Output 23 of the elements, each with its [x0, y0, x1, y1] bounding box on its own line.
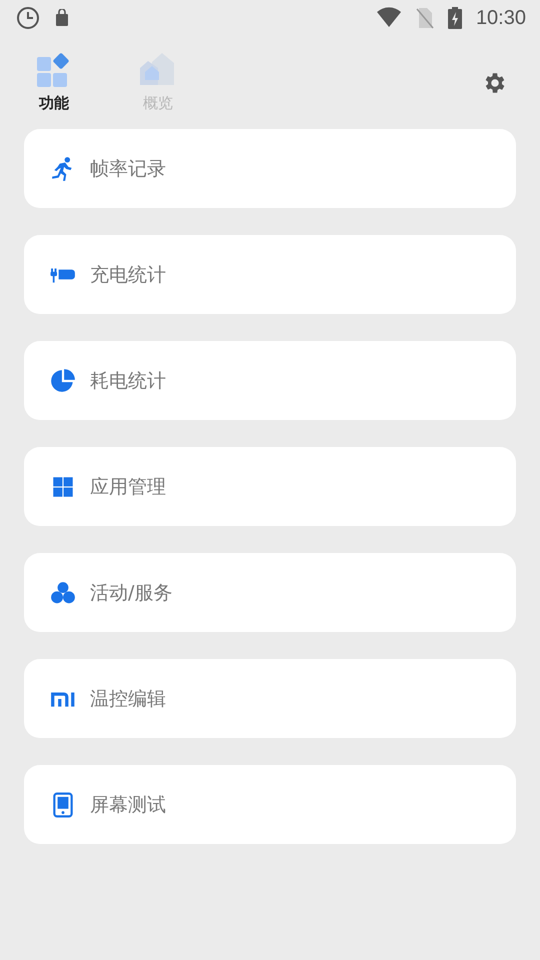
- menu-label: 耗电统计: [90, 368, 166, 394]
- menu-card[interactable]: 活动/服务: [24, 553, 516, 632]
- menu-label: 帧率记录: [90, 156, 166, 182]
- no-sim-icon: [416, 7, 434, 29]
- menu-card[interactable]: 充电统计: [24, 235, 516, 314]
- pie-chart-icon: [50, 368, 76, 394]
- menu-label: 充电统计: [90, 262, 166, 288]
- menu-label: 活动/服务: [90, 580, 172, 606]
- shopping-bag-icon: [54, 9, 70, 27]
- menu-card[interactable]: 帧率记录: [24, 129, 516, 208]
- menu-label: 屏幕测试: [90, 792, 166, 818]
- status-time: 10:30: [476, 6, 526, 30]
- menu-card[interactable]: 应用管理: [24, 447, 516, 526]
- tab[interactable]: 功能: [32, 52, 76, 113]
- three-circles-icon: [50, 580, 76, 606]
- menu-card[interactable]: 屏幕测试: [24, 765, 516, 844]
- menu-card[interactable]: 温控编辑: [24, 659, 516, 738]
- menu-card[interactable]: 耗电统计: [24, 341, 516, 420]
- clock-icon: [16, 6, 40, 30]
- wifi-icon: [376, 7, 402, 29]
- menu-label: 应用管理: [90, 474, 166, 500]
- menu-label: 温控编辑: [90, 686, 166, 712]
- battery-charging-icon: [448, 7, 462, 29]
